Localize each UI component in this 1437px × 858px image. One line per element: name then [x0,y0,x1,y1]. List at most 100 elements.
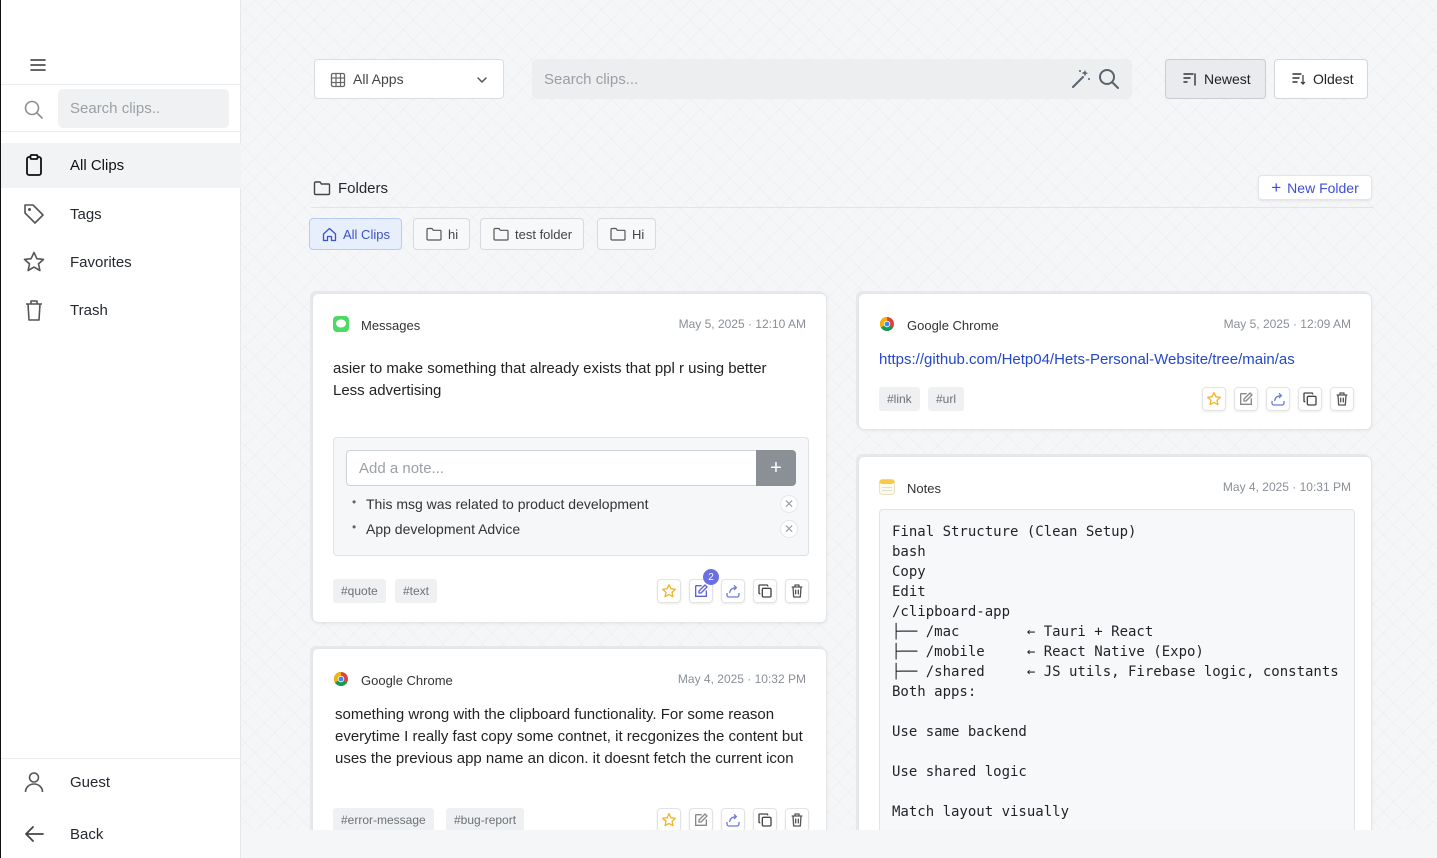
sidebar-search [1,84,241,132]
clip-header: Notes May 4, 2025 · 10:31 PM [879,479,1351,497]
copy-button[interactable] [753,808,777,832]
note-text: This msg was related to product developm… [366,496,649,512]
nav-all-clips[interactable]: All Clips [1,143,241,188]
sidebar-search-input[interactable] [58,89,229,128]
edit-notes-button[interactable] [1234,387,1258,411]
clip-link[interactable]: https://github.com/Hetp04/Hets-Personal-… [879,351,1295,368]
edit-icon [695,813,708,826]
clip-card[interactable]: Messages May 5, 2025 · 12:10 AM asier to… [312,293,827,623]
clip-app-name: Google Chrome [907,318,999,333]
copy-icon [1303,392,1317,406]
sort-descending-icon [1183,73,1196,86]
favorite-button[interactable] [1202,387,1226,411]
clip-card[interactable]: Google Chrome May 5, 2025 · 12:09 AM htt… [858,293,1372,430]
copy-button[interactable] [753,579,777,603]
folder-chip-test-folder[interactable]: test folder [480,218,585,250]
sort-newest-button[interactable]: Newest [1165,59,1266,99]
remove-note-button[interactable]: ✕ [780,495,798,513]
clip-content[interactable]: something wrong with the clipboard funct… [335,704,808,770]
nav-tags-label: Tags [70,206,102,223]
clip-card[interactable]: Notes May 4, 2025 · 10:31 PM Final Struc… [858,456,1372,856]
folders-header: Folders [313,178,388,198]
search-icon[interactable] [1097,67,1121,91]
app-filter-select[interactable]: All Apps [314,59,504,99]
nav-all-clips-label: All Clips [70,157,125,174]
clip-code-block[interactable]: Final Structure (Clean Setup) bash Copy … [879,509,1355,839]
share-icon [1271,393,1285,406]
main-content: All Apps Newest Oldest Folders + New Fol… [241,0,1437,858]
nav-tags[interactable]: Tags [1,192,241,237]
edit-notes-button[interactable] [689,808,713,832]
folder-chip-all-clips[interactable]: All Clips [309,218,402,250]
clip-app-name: Google Chrome [361,673,453,688]
folder-chip-hi[interactable]: hi [413,218,471,250]
bullet: • [352,495,357,509]
nav-favorites[interactable]: Favorites [1,240,241,285]
sidebar-footer: Guest Back [1,758,241,843]
trash-icon [791,813,803,827]
clip-content[interactable]: https://github.com/Hetp04/Hets-Personal-… [879,349,1353,371]
new-folder-label: New Folder [1287,179,1359,196]
tag-chip[interactable]: #url [928,387,965,411]
plus-icon: + [1271,178,1282,197]
tag-chip[interactable]: #error-message [333,808,434,832]
clip-app-name: Notes [907,481,941,496]
delete-button[interactable] [1330,387,1354,411]
star-icon [662,813,676,827]
favorite-button[interactable] [657,808,681,832]
sidebar: All Clips Tags Favorites Trash Guest Bac… [0,0,241,858]
share-button[interactable] [1266,387,1290,411]
copy-button[interactable] [1298,387,1322,411]
app-filter-value: All Apps [353,71,404,87]
tag-chip[interactable]: #text [395,579,438,603]
magic-wand-icon[interactable] [1070,68,1092,90]
nav-guest[interactable]: Guest [1,760,241,805]
hamburger-icon [30,59,46,71]
tag-chip[interactable]: #quote [333,579,386,603]
delete-button[interactable] [785,579,809,603]
note-item: • This msg was related to product develo… [352,495,798,515]
grid-icon [330,72,346,88]
tag-chip[interactable]: #bug-report [446,808,525,832]
clip-search-input[interactable] [532,59,1052,99]
edit-notes-button[interactable]: 2 [689,569,719,603]
share-button[interactable] [721,579,745,603]
edit-icon [695,584,708,597]
add-note-button[interactable]: + [756,450,796,486]
nav-back-label: Back [70,826,104,843]
nav-back[interactable]: Back [1,812,241,857]
nav-favorites-label: Favorites [70,254,132,271]
folder-chip-Hi[interactable]: Hi [597,218,657,250]
nav-trash-label: Trash [70,302,108,319]
remove-note-button[interactable]: ✕ [780,520,798,538]
clip-header: Google Chrome May 5, 2025 · 12:09 AM [879,316,1351,334]
clip-content[interactable]: asier to make something that already exi… [333,358,808,402]
trash-icon [26,300,42,321]
note-input[interactable] [346,450,756,486]
share-button[interactable] [721,808,745,832]
folder-icon [313,181,331,196]
tag-chip[interactable]: #link [879,387,920,411]
notes-count-badge: 2 [703,569,719,585]
divider [311,207,1373,208]
folder-icon [610,227,626,241]
clipboard-icon [26,154,42,176]
folder-chip-label: test folder [515,226,573,242]
menu-toggle-button[interactable] [25,53,51,77]
sort-oldest-button[interactable]: Oldest [1274,59,1368,99]
nav-guest-label: Guest [70,774,111,791]
new-folder-button[interactable]: + New Folder [1258,175,1372,200]
tag-icon [24,204,44,224]
folder-icon [493,227,509,241]
delete-button[interactable] [785,808,809,832]
clip-card[interactable]: Google Chrome May 4, 2025 · 10:32 PM som… [312,648,827,858]
clip-text-line: Less advertising [333,382,442,399]
star-icon [1207,392,1221,406]
sort-oldest-label: Oldest [1313,71,1354,87]
favorite-button[interactable] [657,579,681,603]
copy-icon [758,584,772,598]
clip-timestamp: May 5, 2025 · 12:10 AM [678,317,806,331]
clip-text-line: asier to make something that already exi… [333,360,767,377]
nav-trash[interactable]: Trash [1,288,241,333]
clip-code-text: Final Structure (Clean Setup) bash Copy … [892,524,1339,820]
